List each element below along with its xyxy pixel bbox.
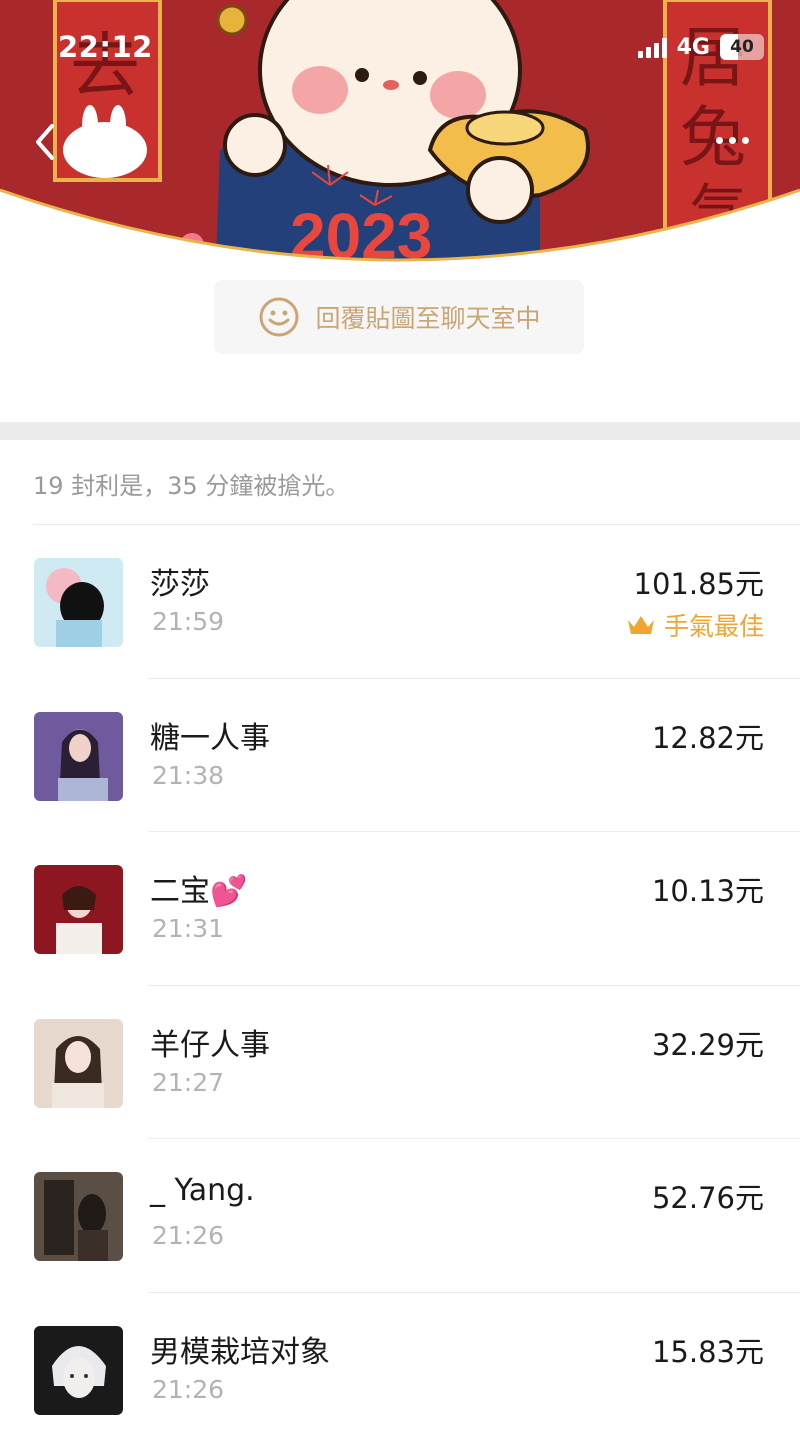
svg-text:气: 气	[690, 181, 746, 243]
red-packet-banner: 去 居 兔 气 2023 22:12 4G 40	[0, 0, 800, 280]
claim-time: 21:27	[152, 1067, 225, 1097]
list-item[interactable]: _ Yang. 21:26 52.76元	[0, 1139, 800, 1293]
recipient-name: 男模栽培对象	[150, 1334, 330, 1370]
list-item[interactable]: 糖一人事 21:38 12.82元	[0, 679, 800, 833]
recipient-name-text: 二宝	[150, 874, 210, 910]
recipient-name: 二宝💕	[150, 866, 247, 910]
battery-level: 40	[730, 37, 754, 57]
list-item[interactable]: 男模栽培对象 21:26 15.83元	[0, 1293, 800, 1447]
claim-time: 21:31	[152, 914, 225, 944]
claim-time: 21:38	[152, 760, 225, 790]
avatar	[34, 1172, 123, 1262]
chevron-left-icon	[36, 124, 54, 160]
status-time: 22:12	[58, 30, 153, 64]
claim-amount: 32.29元	[651, 1027, 764, 1062]
best-luck-badge: 手氣最佳	[626, 607, 764, 643]
claim-time: 21:26	[152, 1221, 225, 1251]
claim-amount: 52.76元	[651, 1181, 764, 1216]
battery-icon: 40	[720, 34, 764, 60]
status-indicators: 4G 40	[637, 34, 764, 60]
claim-amount: 15.83元	[651, 1334, 764, 1369]
recipient-name: _ Yang.	[150, 1173, 255, 1209]
avatar	[34, 865, 123, 955]
claim-time: 21:26	[152, 1374, 225, 1404]
claim-time: 21:59	[152, 607, 225, 636]
avatar	[34, 711, 123, 801]
avatar	[34, 1325, 123, 1415]
recipient-name: 羊仔人事	[150, 1027, 270, 1063]
recipient-name: 莎莎	[150, 567, 210, 602]
avatar	[34, 1018, 123, 1108]
recipient-name: 糖一人事	[150, 720, 270, 756]
best-luck-label: 手氣最佳	[663, 612, 764, 641]
reply-sticker-label: 回覆貼圖至聊天室中	[315, 304, 541, 333]
signal-icon	[637, 36, 667, 58]
smiley-icon	[259, 297, 299, 337]
network-type: 4G	[676, 34, 710, 60]
more-dot-icon	[716, 136, 723, 144]
list-item[interactable]: 二宝💕 21:31 10.13元	[0, 832, 800, 986]
two-hearts-emoji: 💕	[210, 874, 248, 910]
more-options-button[interactable]	[716, 130, 760, 150]
crown-icon	[627, 616, 654, 634]
claim-amount: 12.82元	[651, 720, 764, 755]
back-button[interactable]	[30, 120, 70, 164]
avatar	[34, 558, 123, 647]
reply-sticker-button[interactable]: 回覆貼圖至聊天室中	[214, 280, 584, 354]
more-dot-icon	[729, 136, 736, 144]
red-packet-summary: 19 封利是，35 分鐘被搶光。	[33, 472, 350, 500]
list-item[interactable]: 莎莎 21:59 101.85元 手氣最佳	[0, 525, 800, 679]
claim-amount: 101.85元	[633, 567, 764, 601]
recipient-list: 莎莎 21:59 101.85元 手氣最佳 糖一人事 21:38 12.82元	[0, 525, 800, 1447]
section-divider	[0, 422, 800, 440]
list-item[interactable]: 羊仔人事 21:27 32.29元	[0, 986, 800, 1140]
more-dot-icon	[742, 136, 749, 144]
claim-amount: 10.13元	[651, 874, 764, 909]
